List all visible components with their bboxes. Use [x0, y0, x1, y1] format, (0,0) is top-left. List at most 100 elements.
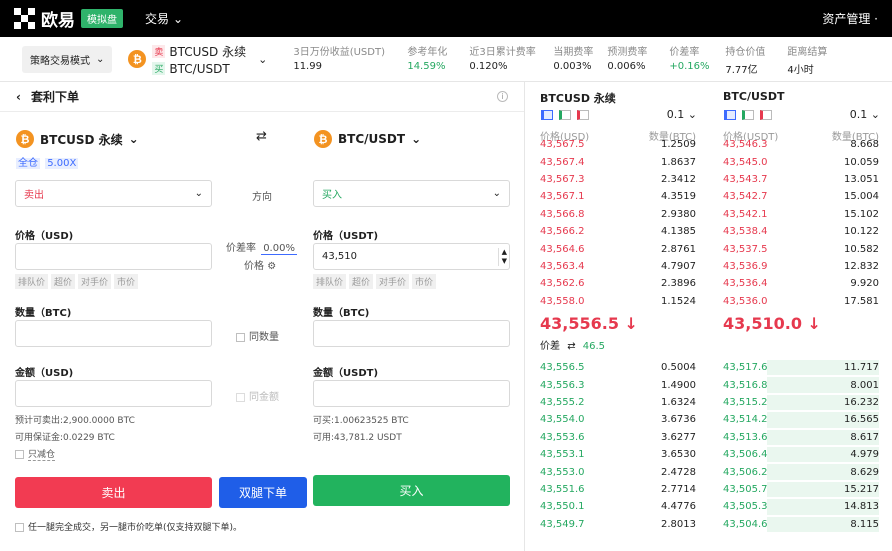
- margin-mode[interactable]: 全仓: [16, 158, 40, 169]
- checkbox[interactable]: [236, 392, 245, 402]
- stepper-down-icon[interactable]: ▼: [502, 257, 507, 266]
- bid-row[interactable]: 43,515.2 16.232: [723, 394, 879, 411]
- asset-management-link[interactable]: 资产管理 ·: [822, 10, 878, 27]
- leverage[interactable]: 5.00X: [45, 158, 79, 169]
- ask-row[interactable]: 43,542.7 15.004: [723, 188, 879, 205]
- book-view-asks-icon[interactable]: [577, 109, 589, 120]
- ask-row[interactable]: 43,542.1 15.102: [723, 206, 879, 223]
- bid-row[interactable]: 43,517.6 11.717: [723, 359, 879, 376]
- settings-icon: ⚙: [267, 261, 277, 272]
- price-chip[interactable]: 超价: [349, 274, 374, 289]
- right-amount-input[interactable]: [313, 380, 510, 407]
- price-mode-row[interactable]: 价格 ⚙: [244, 257, 276, 272]
- ask-row[interactable]: 43,546.3 8.668: [723, 136, 879, 153]
- ask-row[interactable]: 43,563.4 4.7907: [540, 258, 696, 275]
- right-qty-input[interactable]: [313, 320, 510, 347]
- book-view-bids-icon[interactable]: [742, 109, 754, 120]
- ask-row[interactable]: 43,567.3 2.3412: [540, 171, 696, 188]
- bid-row[interactable]: 43,549.7 2.8013: [540, 516, 696, 533]
- right-price-value: 43,510: [322, 251, 357, 262]
- stepper-up-icon[interactable]: ▲: [502, 248, 507, 257]
- ask-price: 43,558.0: [540, 295, 585, 307]
- price-chip[interactable]: 市价: [412, 274, 437, 289]
- spread-rate-input[interactable]: 0.00%: [261, 243, 297, 255]
- ask-row[interactable]: 43,536.0 17.581: [723, 293, 879, 310]
- back-arrow-icon[interactable]: ‹: [16, 90, 21, 104]
- book-step-select[interactable]: 0.1 ⌄: [667, 108, 697, 121]
- checkbox[interactable]: [15, 523, 24, 532]
- left-asset-selector[interactable]: ₿ BTCUSD 永续 ⌄: [16, 130, 139, 148]
- checkbox[interactable]: [15, 450, 24, 459]
- ask-row[interactable]: 43,536.9 12.832: [723, 258, 879, 275]
- ask-row[interactable]: 43,538.4 10.122: [723, 223, 879, 240]
- bid-row[interactable]: 43,505.7 15.217: [723, 481, 879, 498]
- ask-row[interactable]: 43,537.5 10.582: [723, 240, 879, 257]
- price-stepper[interactable]: ▲ ▼: [497, 247, 507, 266]
- bid-row[interactable]: 43,504.6 8.115: [723, 516, 879, 533]
- ask-price: 43,563.4: [540, 260, 585, 272]
- book-step-select[interactable]: 0.1 ⌄: [850, 108, 880, 121]
- ask-row[interactable]: 43,566.2 4.1385: [540, 223, 696, 240]
- bid-row[interactable]: 43,556.5 0.5004: [540, 359, 696, 376]
- bid-row[interactable]: 43,514.2 16.565: [723, 411, 879, 428]
- pair-selector[interactable]: ₿ 卖 BTCUSD 永续 买 BTC/USDT ⌄: [128, 43, 267, 76]
- price-chip[interactable]: 排队价: [313, 274, 347, 289]
- price-chip[interactable]: 市价: [114, 274, 139, 289]
- left-amount-input[interactable]: [15, 380, 212, 407]
- book-view-asks-icon[interactable]: [760, 109, 772, 120]
- bid-row[interactable]: 43,506.4 4.979: [723, 446, 879, 463]
- book-view-both-icon[interactable]: [541, 109, 553, 120]
- price-chip[interactable]: 对手价: [78, 274, 112, 289]
- bid-qty: 8.115: [850, 518, 879, 530]
- ask-row[interactable]: 43,566.8 2.9380: [540, 206, 696, 223]
- price-chip[interactable]: 超价: [51, 274, 76, 289]
- left-side-select[interactable]: 卖出 ⌄: [15, 180, 212, 207]
- bid-row[interactable]: 43,516.8 8.001: [723, 376, 879, 393]
- ask-row[interactable]: 43,543.7 13.051: [723, 171, 879, 188]
- ask-row[interactable]: 43,558.0 1.1524: [540, 293, 696, 310]
- price-chip[interactable]: 排队价: [15, 274, 49, 289]
- ask-row[interactable]: 43,567.4 1.8637: [540, 153, 696, 170]
- ask-row[interactable]: 43,536.4 9.920: [723, 275, 879, 292]
- bid-row[interactable]: 43,550.1 4.4776: [540, 498, 696, 515]
- reduce-only-checkbox[interactable]: 只减仓: [15, 447, 56, 461]
- bid-row[interactable]: 43,553.0 2.4728: [540, 463, 696, 480]
- ask-row[interactable]: 43,562.6 2.3896: [540, 275, 696, 292]
- bid-row[interactable]: 43,513.6 8.617: [723, 429, 879, 446]
- info-icon[interactable]: i: [497, 91, 508, 102]
- left-price-input[interactable]: [15, 243, 212, 270]
- same-qty-checkbox[interactable]: 同数量: [236, 328, 279, 343]
- bid-qty: 14.813: [844, 501, 879, 513]
- nav-trade[interactable]: 交易 ⌄: [145, 10, 183, 27]
- same-amount-checkbox[interactable]: 同金额: [236, 388, 279, 403]
- strategy-mode-button[interactable]: 策略交易模式 ⌄: [22, 45, 113, 73]
- ask-row[interactable]: 43,567.1 4.3519: [540, 188, 696, 205]
- ask-row[interactable]: 43,567.5 1.2509: [540, 136, 696, 153]
- bid-row[interactable]: 43,553.1 3.6530: [540, 446, 696, 463]
- bid-row[interactable]: 43,553.6 3.6277: [540, 429, 696, 446]
- sell-button[interactable]: 卖出: [15, 477, 212, 508]
- right-price-input[interactable]: 43,510 ▲ ▼: [313, 243, 510, 270]
- buy-button[interactable]: 买入: [313, 475, 510, 506]
- ask-row[interactable]: 43,564.6 2.8761: [540, 240, 696, 257]
- checkbox[interactable]: [236, 332, 245, 342]
- bid-row[interactable]: 43,556.3 1.4900: [540, 376, 696, 393]
- dual-order-button[interactable]: 双腿下单: [219, 477, 307, 508]
- bid-row[interactable]: 43,506.2 8.629: [723, 463, 879, 480]
- bid-row[interactable]: 43,551.6 2.7714: [540, 481, 696, 498]
- left-qty-input[interactable]: [15, 320, 212, 347]
- stat-value: +0.16%: [669, 60, 710, 72]
- swap-icon[interactable]: ⇄: [256, 129, 267, 144]
- book-view-bids-icon[interactable]: [559, 109, 571, 120]
- footer-note-checkbox[interactable]: 任一腿完全成交，另一腿市价吃单(仅支持双腿下单)。: [15, 520, 242, 533]
- book-view-both-icon[interactable]: [724, 109, 736, 120]
- bid-row[interactable]: 43,554.0 3.6736: [540, 411, 696, 428]
- logo[interactable]: 欧易: [14, 6, 75, 31]
- bid-row[interactable]: 43,555.2 1.6324: [540, 394, 696, 411]
- ask-row[interactable]: 43,545.0 10.059: [723, 153, 879, 170]
- right-side-select[interactable]: 买入 ⌄: [313, 180, 510, 207]
- right-asset-selector[interactable]: ₿ BTC/USDT ⌄: [314, 130, 421, 148]
- swap-icon[interactable]: ⇄: [567, 341, 575, 352]
- bid-row[interactable]: 43,505.3 14.813: [723, 498, 879, 515]
- price-chip[interactable]: 对手价: [376, 274, 410, 289]
